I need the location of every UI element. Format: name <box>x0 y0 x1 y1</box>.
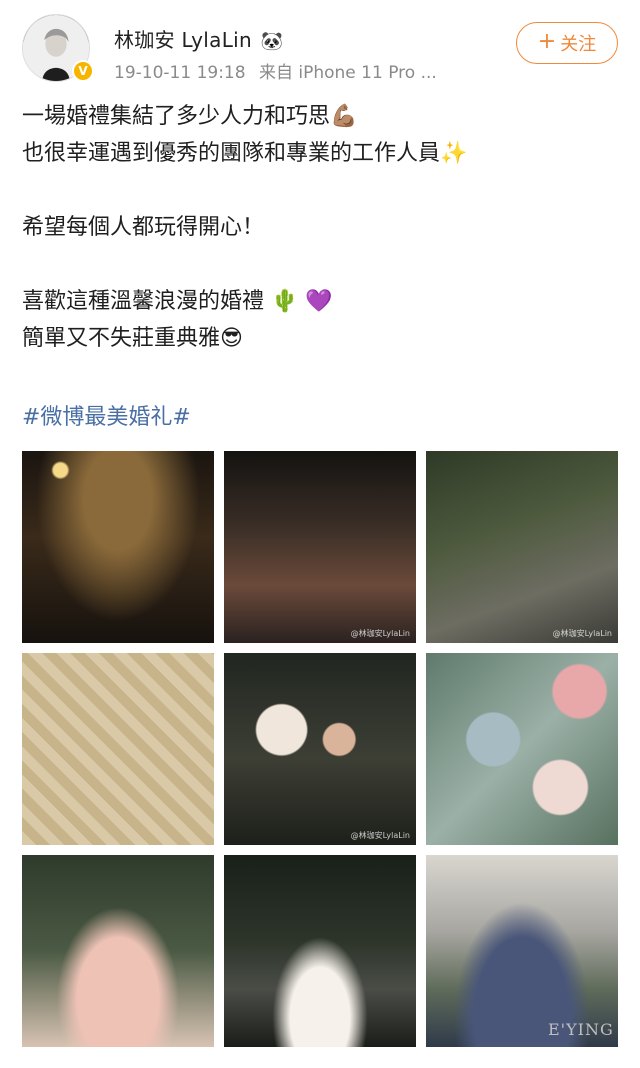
post-line-2-text: 也很幸運遇到優秀的團隊和專業的工作人員 <box>22 141 441 166</box>
post-line-1-text: 一場婚禮集結了多少人力和巧思 <box>22 104 331 129</box>
post-line-3-text: 希望每個人都玩得開心！ <box>22 215 265 240</box>
photo-5[interactable]: @林珈安LylaLin <box>224 653 416 845</box>
photo-watermark: @林珈安LylaLin <box>350 629 410 638</box>
follow-button-label: 关注 <box>560 34 597 55</box>
photo-grid: @林珈安LylaLin @林珈安LylaLin @林珈安LylaLin <box>22 451 618 1047</box>
hashtag-link[interactable]: #微博最美婚礼# <box>22 399 191 431</box>
author-name-text: 林珈安 LylaLin <box>114 28 252 52</box>
photo-3[interactable]: @林珈安LylaLin <box>426 451 618 643</box>
cactus-heart-emoji-icon: 🌵 💜 <box>271 289 333 314</box>
photo-8[interactable] <box>224 855 416 1047</box>
post-time: 19-10-11 19:18 <box>114 63 246 83</box>
post-line-4: 喜歡這種溫馨浪漫的婚禮 🌵 💜 <box>22 283 622 320</box>
post-line-5-text: 簡單又不失莊重典雅 <box>22 326 221 351</box>
photo-4[interactable] <box>22 653 214 845</box>
photo-1[interactable] <box>22 451 214 643</box>
author-name[interactable]: 林珈安 LylaLin 🐼 <box>114 24 283 53</box>
corner-watermark-logo: E'YING <box>548 1020 614 1039</box>
post-line-4-text: 喜歡這種溫馨浪漫的婚禮 <box>22 289 265 314</box>
author-avatar[interactable]: V <box>22 14 94 84</box>
photo-6[interactable] <box>426 653 618 845</box>
post-line-2: 也很幸運遇到優秀的團隊和專業的工作人員✨ <box>22 135 622 172</box>
post-line-3: 希望每個人都玩得開心！ <box>22 209 622 246</box>
plus-icon: + <box>537 29 557 54</box>
post-body: 一場婚禮集結了多少人力和巧思💪🏽 也很幸運遇到優秀的團隊和專業的工作人員✨ 希望… <box>22 98 622 357</box>
follow-button[interactable]: + 关注 <box>516 22 618 64</box>
post-line-1: 一場婚禮集結了多少人力和巧思💪🏽 <box>22 98 622 135</box>
flexed-biceps-emoji-icon: 💪🏽 <box>330 104 358 129</box>
post-line-5: 簡單又不失莊重典雅😎 <box>22 320 622 357</box>
photo-2[interactable]: @林珈安LylaLin <box>224 451 416 643</box>
post-meta: 19-10-11 19:18 来自 iPhone 11 Pro ... <box>114 58 437 83</box>
sunglasses-emoji-icon: 😎 <box>220 326 243 351</box>
photo-9[interactable] <box>426 855 618 1047</box>
post-header: V 林珈安 LylaLin 🐼 19-10-11 19:18 来自 iPhone… <box>0 0 640 95</box>
photo-watermark: @林珈安LylaLin <box>552 629 612 638</box>
sparkles-emoji-icon: ✨ <box>440 141 468 166</box>
post-source: 来自 iPhone 11 Pro ... <box>258 63 437 83</box>
verified-badge-icon: V <box>72 60 94 82</box>
panda-emoji-icon: 🐼 <box>260 31 284 52</box>
photo-7[interactable] <box>22 855 214 1047</box>
photo-watermark: @林珈安LylaLin <box>350 831 410 840</box>
